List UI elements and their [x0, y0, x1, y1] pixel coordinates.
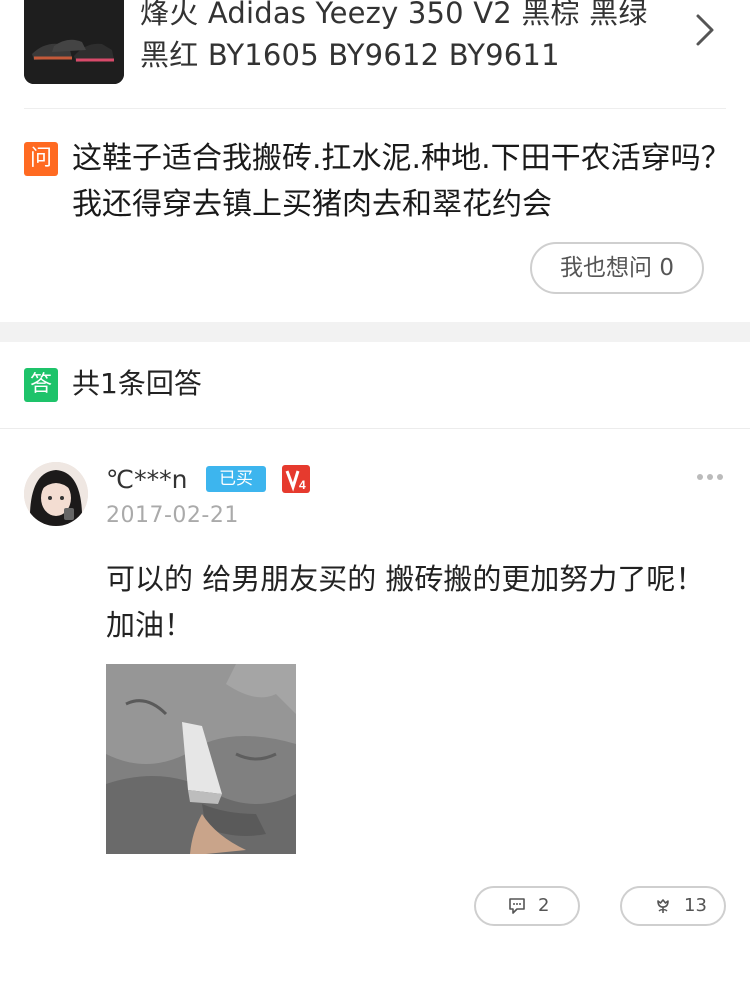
- user-avatar-icon: [24, 462, 88, 526]
- answers-header: 答 共1条回答: [0, 342, 750, 428]
- avatar[interactable]: [24, 462, 88, 526]
- divider: [24, 108, 726, 109]
- product-thumbnail[interactable]: [24, 0, 124, 84]
- product-header[interactable]: 烽火 Adidas Yeezy 350 V2 黑棕 黑绿 黑红 BY1605 B…: [0, 0, 750, 108]
- answer-count: 共1条回答: [72, 367, 202, 400]
- trowel-cement-photo: [106, 664, 296, 854]
- section-gap: [0, 322, 750, 342]
- answer-photo[interactable]: [106, 664, 296, 854]
- question-text: 这鞋子适合我搬砖.扛水泥.种地.下田干农活穿吗？我还得穿去镇上买猪肉去和翠花约会: [72, 141, 731, 222]
- comment-button[interactable]: 2: [474, 886, 580, 926]
- svg-text:4: 4: [299, 478, 306, 492]
- answer-username[interactable]: ℃***n: [106, 462, 187, 498]
- divider: [0, 428, 750, 429]
- more-options-icon[interactable]: [696, 470, 724, 484]
- flower-like-icon: [657, 899, 669, 913]
- like-count: 13: [684, 895, 707, 916]
- comment-icon: [509, 898, 525, 914]
- also-ask-button[interactable]: 我也想问 0: [530, 242, 704, 294]
- vip-level-icon: 4: [282, 465, 310, 493]
- answer-date: 2017-02-21: [106, 503, 239, 528]
- sneakers-icon: [24, 0, 124, 84]
- comment-count: 2: [538, 895, 550, 916]
- bought-badge: 已买: [206, 466, 266, 492]
- chevron-right-icon[interactable]: [690, 10, 720, 50]
- question-badge: 问: [24, 142, 58, 176]
- answer-badge: 答: [24, 368, 58, 402]
- product-title[interactable]: 烽火 Adidas Yeezy 350 V2 黑棕 黑绿 黑红 BY1605 B…: [140, 0, 680, 76]
- like-button[interactable]: 13: [620, 886, 726, 926]
- answer-text: 可以的 给男朋友买的 搬砖搬的更加努力了呢！加油！: [106, 562, 705, 642]
